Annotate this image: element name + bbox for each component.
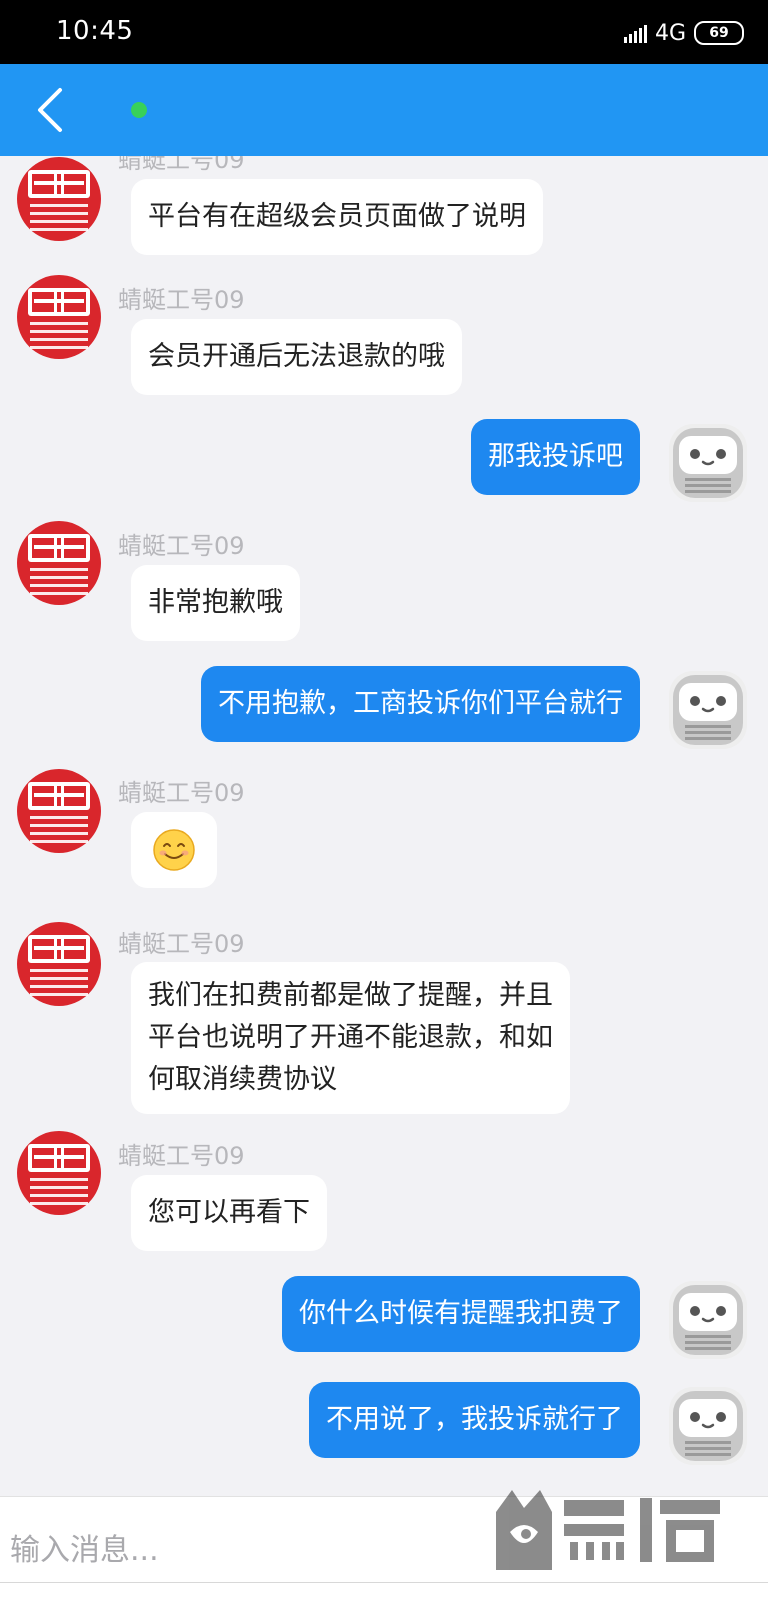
agent-avatar — [17, 1131, 101, 1215]
message-list[interactable]: 蜻蜓工号09 平台有在超级会员页面做了说明 蜻蜓工号09 会员开通后无法退款的哦… — [0, 156, 768, 1496]
sender-name: 蜻蜓工号09 — [118, 286, 245, 314]
chevron-left-icon — [38, 88, 62, 132]
agent-avatar — [17, 769, 101, 853]
status-bar: 10:45 4G 69 — [0, 0, 768, 64]
message-bubble-incoming: 我们在扣费前都是做了提醒，并且 平台也说明了开通不能退款，和如 何取消续费协议 — [131, 962, 570, 1114]
user-avatar — [669, 1387, 747, 1465]
agent-avatar — [17, 157, 101, 241]
message-bubble-outgoing: 你什么时候有提醒我扣费了 — [282, 1276, 640, 1352]
agent-avatar — [17, 521, 101, 605]
message-bubble-outgoing: 那我投诉吧 — [471, 419, 640, 495]
user-avatar — [669, 671, 747, 749]
message-bubble-incoming: 会员开通后无法退款的哦 — [131, 319, 462, 395]
status-time: 10:45 — [56, 16, 134, 46]
message-line: 何取消续费协议 — [148, 1064, 337, 1095]
sender-name: 蜻蜓工号09 — [118, 930, 245, 958]
smiling-face-emoji — [153, 829, 195, 871]
battery-icon: 69 — [694, 21, 744, 45]
chat-header — [0, 64, 768, 156]
black-cat-watermark-logo — [496, 1490, 720, 1570]
agent-avatar — [17, 922, 101, 1006]
user-avatar — [669, 1281, 747, 1359]
message-input[interactable]: 输入消息... — [10, 1525, 159, 1569]
message-bubble-incoming — [131, 812, 217, 888]
message-line: 我们在扣费前都是做了提醒，并且 — [148, 980, 553, 1011]
message-bubble-incoming: 平台有在超级会员页面做了说明 — [131, 179, 543, 255]
message-bubble-incoming: 非常抱歉哦 — [131, 565, 300, 641]
sender-name: 蜻蜓工号09 — [118, 532, 245, 560]
message-bubble-outgoing: 不用说了，我投诉就行了 — [309, 1382, 640, 1458]
back-button[interactable] — [30, 86, 70, 134]
agent-avatar — [17, 275, 101, 359]
sender-name: 蜻蜓工号09 — [118, 1142, 245, 1170]
message-bubble-incoming: 您可以再看下 — [131, 1175, 327, 1251]
network-type: 4G — [654, 20, 686, 46]
status-indicators: 4G 69 — [623, 18, 744, 48]
online-dot-icon — [131, 102, 147, 118]
signal-icon — [623, 23, 647, 43]
sender-name: 蜻蜓工号09 — [118, 779, 245, 807]
sender-name: 蜻蜓工号09 — [118, 156, 245, 174]
message-bubble-outgoing: 不用抱歉，工商投诉你们平台就行 — [201, 666, 640, 742]
message-line: 平台也说明了开通不能退款，和如 — [148, 1022, 553, 1053]
user-avatar — [669, 424, 747, 502]
